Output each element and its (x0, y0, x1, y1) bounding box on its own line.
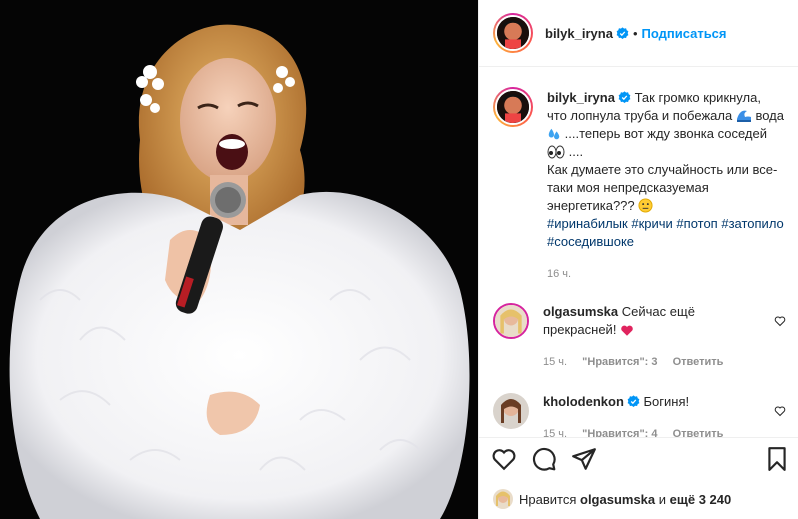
post-photo[interactable] (0, 0, 478, 519)
reply-button[interactable]: Ответить (673, 356, 724, 368)
caption-text-2c: .... (568, 144, 584, 159)
likes-summary: Нравится olgasumska и ещё 3 240 (479, 479, 798, 519)
hashtag-link[interactable]: #потоп (676, 216, 717, 231)
comments-area[interactable]: bilyk_iryna Так громко крикнула, что лоп… (479, 67, 798, 437)
comment-text: Богиня! (643, 394, 690, 409)
caption-text-3: Как думаете это случайность или все-таки… (547, 162, 778, 213)
heart-icon[interactable] (491, 446, 517, 472)
liker-avatar[interactable] (493, 489, 513, 509)
likes-prefix: Нравится (519, 491, 577, 507)
comment-author[interactable]: kholodenkon (543, 394, 624, 409)
hashtags: #иринабилык #кричи #потоп #затопило #сос… (547, 215, 784, 251)
caption-author[interactable]: bilyk_iryna (547, 90, 615, 105)
hashtag-link[interactable]: #соседившоке (547, 234, 634, 249)
author-username[interactable]: bilyk_iryna (545, 26, 613, 41)
save-icon[interactable] (764, 446, 790, 472)
caption-avatar[interactable] (493, 87, 533, 127)
post-side-panel: bilyk_iryna • Подписаться bilyk_iryna Та (478, 0, 798, 519)
comment-icon[interactable] (531, 446, 557, 472)
author-avatar[interactable] (493, 13, 533, 53)
red-heart-emoji-icon (621, 325, 633, 336)
comment-time[interactable]: 15 ч. (543, 428, 567, 437)
wave-emoji-icon (736, 110, 751, 122)
follow-button[interactable]: Подписаться (642, 26, 727, 41)
verified-badge-icon (616, 26, 629, 39)
post-header: bilyk_iryna • Подписаться (479, 0, 798, 67)
comment-author[interactable]: olgasumska (543, 304, 618, 319)
hashtag-link[interactable]: #затопило (721, 216, 783, 231)
separator-dot: • (632, 25, 638, 41)
hashtag-link[interactable]: #иринабилык (547, 216, 628, 231)
likes-middle: и (658, 491, 667, 507)
post-actions-bar (479, 437, 798, 479)
caption-timestamp[interactable]: 16 ч. (547, 265, 784, 283)
eyes-emoji-icon (547, 145, 565, 159)
commenter-avatar[interactable] (493, 393, 529, 429)
reply-button[interactable]: Ответить (673, 428, 724, 437)
heart-small-icon[interactable] (774, 405, 786, 417)
likes-user[interactable]: olgasumska (580, 492, 655, 507)
droplets-emoji-icon (548, 128, 560, 140)
heart-small-icon[interactable] (774, 315, 786, 327)
likes-count[interactable]: ещё 3 240 (670, 492, 732, 507)
thinking-emoji-icon (638, 198, 653, 213)
hashtag-link[interactable]: #кричи (631, 216, 672, 231)
singer-photo-image (0, 0, 478, 519)
commenter-avatar[interactable] (493, 303, 529, 339)
comment-item: kholodenkon Богиня! 15 ч. "Нравится": 4 … (479, 393, 798, 437)
comment-likes[interactable]: "Нравится": 4 (582, 428, 657, 437)
instagram-post: bilyk_iryna • Подписаться bilyk_iryna Та (0, 0, 798, 519)
comment-likes[interactable]: "Нравится": 3 (582, 356, 657, 368)
comment-item: olgasumska Сейчас ещё прекрасней! 15 ч. … (479, 303, 798, 371)
caption-text-2a: вода (755, 108, 784, 123)
share-icon[interactable] (571, 446, 597, 472)
post-caption: bilyk_iryna Так громко крикнула, что лоп… (479, 67, 798, 283)
verified-badge-icon (627, 395, 640, 408)
comment-time[interactable]: 15 ч. (543, 356, 567, 368)
verified-badge-icon (618, 91, 631, 104)
caption-text-2b: ....теперь вот жду звонка соседей (564, 126, 768, 141)
